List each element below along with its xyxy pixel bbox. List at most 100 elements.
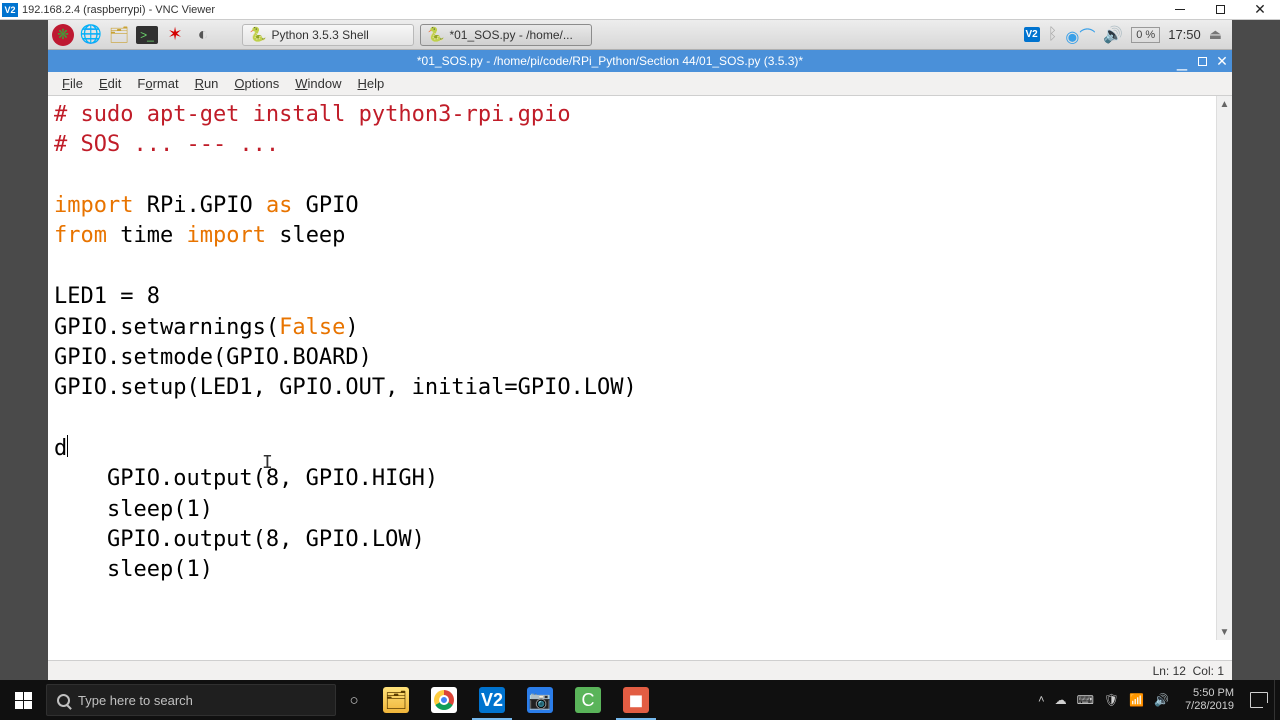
menu-run[interactable]: Run xyxy=(187,74,227,93)
search-placeholder: Type here to search xyxy=(78,693,193,708)
code-line: GPIO.setmode(GPIO.BOARD) xyxy=(54,345,372,370)
windows-systray: ˄ ☁ ⌨ 🛡 📶 🔊 5:50 PM 7/28/2019 xyxy=(1032,687,1274,712)
taskbar-vnc-viewer[interactable]: V2 xyxy=(468,680,516,720)
menu-file[interactable]: File xyxy=(54,74,91,93)
idle-minimize-button[interactable]: _ xyxy=(1172,58,1192,64)
tray-keyboard-icon[interactable]: ⌨ xyxy=(1077,693,1094,707)
code-token: sleep xyxy=(266,223,345,248)
idle-statusbar: Ln: 12 Col: 1 xyxy=(48,660,1232,680)
code-token: GPIO.setwarnings( xyxy=(54,315,279,340)
remote-screen: ❋ 🌐 🗂 >_ ✶ ◐ 🐍 Python 3.5.3 Shell 🐍 *01_… xyxy=(48,20,1232,680)
idle-menubar: File Edit Format Run Options Window Help xyxy=(48,72,1232,96)
code-token: time xyxy=(107,223,186,248)
scrollbar-up-icon[interactable]: ▲ xyxy=(1217,96,1232,112)
code-line: d xyxy=(54,436,67,461)
code-token: import xyxy=(186,223,265,248)
taskbar-snagit[interactable]: ◼ xyxy=(612,680,660,720)
windows-taskbar: Type here to search ○ 🗂 V2 📷 C ◼ ˄ ☁ ⌨ 🛡… xyxy=(0,680,1280,720)
scrollbar-down-icon[interactable]: ▼ xyxy=(1217,624,1232,640)
taskbar-search-box[interactable]: Type here to search xyxy=(46,684,336,716)
vnc-server-tray-icon[interactable]: V2 xyxy=(1024,27,1040,42)
tray-defender-icon[interactable]: 🛡 xyxy=(1104,693,1119,707)
wifi-icon[interactable]: ◉⌒ xyxy=(1065,23,1095,47)
mathematica-icon[interactable]: ✶ xyxy=(164,24,186,46)
taskbar-time: 5:50 PM xyxy=(1185,687,1234,700)
taskbar-task-python-shell[interactable]: 🐍 Python 3.5.3 Shell xyxy=(242,24,414,46)
cortana-mic-icon[interactable]: ○ xyxy=(336,692,372,709)
idle-editor-window: *01_SOS.py - /home/pi/code/RPi_Python/Se… xyxy=(48,50,1232,680)
menu-help[interactable]: Help xyxy=(350,74,393,93)
taskbar-task-editor[interactable]: 🐍 *01_SOS.py - /home/... xyxy=(420,24,592,46)
python-icon: 🐍 xyxy=(427,26,444,43)
idle-title-text: *01_SOS.py - /home/pi/code/RPi_Python/Se… xyxy=(48,54,1172,68)
eject-icon[interactable]: ⏏ xyxy=(1209,26,1222,43)
volume-icon[interactable]: 🔊 xyxy=(1103,25,1123,45)
menu-format[interactable]: Format xyxy=(129,74,186,93)
python-icon: 🐍 xyxy=(249,26,266,43)
idle-text-area[interactable]: # sudo apt-get install python3-rpi.gpio … xyxy=(48,96,1232,660)
action-center-icon[interactable] xyxy=(1250,692,1268,708)
show-desktop-button[interactable] xyxy=(1274,680,1280,720)
panel-clock[interactable]: 17:50 xyxy=(1168,27,1201,42)
menu-options[interactable]: Options xyxy=(226,74,287,93)
lxde-panel: ❋ 🌐 🗂 >_ ✶ ◐ 🐍 Python 3.5.3 Shell 🐍 *01_… xyxy=(48,20,1232,50)
camtasia-icon: C xyxy=(575,687,601,713)
idle-titlebar[interactable]: *01_SOS.py - /home/pi/code/RPi_Python/Se… xyxy=(48,50,1232,72)
text-cursor xyxy=(67,435,68,457)
code-line: GPIO.output(8, GPIO.HIGH) xyxy=(54,466,438,491)
status-line-label: Ln: xyxy=(1153,664,1170,678)
lxde-tray: V2 ᛒ ◉⌒ 🔊 0 % 17:50 ⏏ xyxy=(1024,23,1228,47)
cpu-usage-indicator[interactable]: 0 % xyxy=(1131,27,1160,43)
menu-edit[interactable]: Edit xyxy=(91,74,129,93)
code-line: # sudo apt-get install python3-rpi.gpio xyxy=(54,102,571,127)
host-window-title: 192.168.2.4 (raspberrypi) - VNC Viewer xyxy=(22,4,1160,16)
taskbar-file-explorer[interactable]: 🗂 xyxy=(372,680,420,720)
web-browser-icon[interactable]: 🌐 xyxy=(80,24,102,46)
code-token: False xyxy=(279,315,345,340)
tray-cloud-icon[interactable]: ☁ xyxy=(1055,693,1067,707)
vnc-viewer-icon: V2 xyxy=(2,3,18,17)
code-token: from xyxy=(54,223,107,248)
code-line: GPIO.setup(LED1, GPIO.OUT, initial=GPIO.… xyxy=(54,375,637,400)
code-line: LED1 = 8 xyxy=(54,284,160,309)
taskbar-apps: 🗂 V2 📷 C ◼ xyxy=(372,680,660,720)
code-line: # SOS ... --- ... xyxy=(54,132,279,157)
host-close-button[interactable]: ✕ xyxy=(1240,0,1280,20)
start-button[interactable] xyxy=(0,680,46,720)
host-maximize-button[interactable] xyxy=(1200,0,1240,20)
taskbar-camtasia[interactable]: C xyxy=(564,680,612,720)
raspberry-menu-icon[interactable]: ❋ xyxy=(52,24,74,46)
editor-scrollbar[interactable]: ▲ ▼ xyxy=(1216,96,1232,640)
menu-window[interactable]: Window xyxy=(287,74,349,93)
snagit-icon: ◼ xyxy=(623,687,649,713)
bluetooth-icon[interactable]: ᛒ xyxy=(1048,26,1058,44)
host-window-titlebar: V2 192.168.2.4 (raspberrypi) - VNC Viewe… xyxy=(0,0,1280,20)
taskbar-camera[interactable]: 📷 xyxy=(516,680,564,720)
tray-overflow-icon[interactable]: ˄ xyxy=(1038,694,1044,706)
task-label: *01_SOS.py - /home/... xyxy=(449,28,572,42)
mouse-ibeam-cursor: I xyxy=(262,452,273,473)
code-line: GPIO.output(8, GPIO.LOW) xyxy=(54,527,425,552)
code-token: RPi.GPIO xyxy=(133,193,265,218)
taskbar-chrome[interactable] xyxy=(420,680,468,720)
chrome-icon xyxy=(431,687,457,713)
code-line: sleep(1) xyxy=(54,497,213,522)
code-token: GPIO xyxy=(292,193,358,218)
host-minimize-button[interactable] xyxy=(1160,0,1200,20)
taskbar-date: 7/28/2019 xyxy=(1185,700,1234,713)
tray-volume-icon[interactable]: 🔊 xyxy=(1154,693,1169,707)
vnc-canvas: ❋ 🌐 🗂 >_ ✶ ◐ 🐍 Python 3.5.3 Shell 🐍 *01_… xyxy=(0,20,1280,680)
code-token: as xyxy=(266,193,293,218)
file-explorer-icon: 🗂 xyxy=(383,687,409,713)
code-line: sleep(1) xyxy=(54,557,213,582)
taskbar-clock[interactable]: 5:50 PM 7/28/2019 xyxy=(1179,687,1240,712)
tray-wifi-icon[interactable]: 📶 xyxy=(1129,693,1144,707)
camera-icon: 📷 xyxy=(527,687,553,713)
wolfram-icon[interactable]: ◐ xyxy=(192,24,214,46)
idle-maximize-button[interactable] xyxy=(1192,53,1212,69)
terminal-icon[interactable]: >_ xyxy=(136,26,158,44)
file-manager-icon[interactable]: 🗂 xyxy=(108,24,130,46)
idle-close-button[interactable]: ✕ xyxy=(1212,53,1232,70)
scrollbar-track[interactable] xyxy=(1217,112,1232,624)
code-token: import xyxy=(54,193,133,218)
